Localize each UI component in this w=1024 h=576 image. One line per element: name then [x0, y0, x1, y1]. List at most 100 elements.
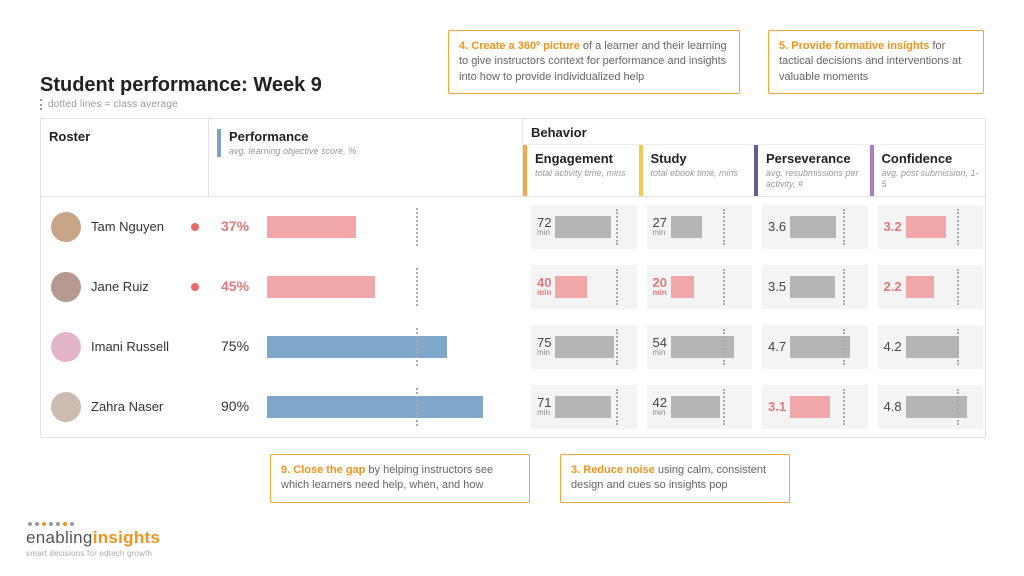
performance-bar — [267, 336, 447, 358]
perseverance-value: 3.6 — [768, 220, 786, 233]
student-name: Jane Ruiz — [91, 279, 181, 294]
class-average-line — [843, 209, 845, 245]
class-average-line — [416, 268, 418, 306]
performance-table: Roster Performance avg. learning objecti… — [40, 118, 986, 438]
class-average-line — [416, 208, 418, 246]
behavior-cells: 75min 54min 4.7 4.2 — [523, 325, 985, 369]
performance-cell: 37% — [209, 216, 523, 238]
header-performance-label: Performance — [229, 129, 514, 144]
study-cell: 54min — [639, 325, 755, 369]
class-average-line — [616, 269, 618, 305]
alert-dot-icon — [191, 283, 199, 291]
logo-word-1: enabling — [26, 528, 93, 547]
performance-cell: 45% — [209, 276, 523, 298]
perseverance-value: 3.1 — [768, 400, 786, 413]
class-average-line — [843, 329, 845, 365]
study-value: 54min — [653, 336, 667, 357]
confidence-bar — [906, 336, 959, 358]
page-title: Student performance: Week 9 — [40, 74, 322, 97]
class-average-line — [723, 209, 725, 245]
class-average-line — [957, 329, 959, 365]
callout-num: 4. — [459, 40, 468, 52]
study-bar — [671, 396, 720, 418]
study-bar — [671, 336, 734, 358]
class-average-line — [723, 329, 725, 365]
engagement-value: 40min — [537, 276, 551, 297]
study-bar — [671, 216, 703, 238]
callout-lead: Reduce noise — [583, 464, 655, 476]
logo-wordmark: enablinginsights — [26, 528, 160, 548]
perseverance-bar — [790, 276, 835, 298]
callout-num: 3. — [571, 464, 580, 476]
confidence-value: 4.2 — [884, 340, 902, 353]
class-average-line — [957, 389, 959, 425]
confidence-bar — [906, 276, 934, 298]
header-engagement-label: Engagement — [535, 151, 637, 166]
perseverance-value: 4.7 — [768, 340, 786, 353]
performance-value: 90% — [221, 398, 267, 414]
performance-bar — [267, 276, 375, 298]
header-study[interactable]: Study total ebook time, mins — [639, 145, 755, 196]
engagement-cell: 40min — [523, 265, 639, 309]
callout-lead: Create a 360º picture — [471, 40, 580, 52]
table-row[interactable]: Zahra Naser90%71min42min3.14.8 — [41, 377, 985, 437]
performance-cell: 75% — [209, 336, 523, 358]
callout-5: 5. Provide formative insights for tactic… — [768, 30, 984, 94]
perseverance-cell: 3.5 — [754, 265, 870, 309]
engagement-cell: 71min — [523, 385, 639, 429]
confidence-value: 4.8 — [884, 400, 902, 413]
confidence-cell: 4.2 — [870, 325, 986, 369]
performance-value: 37% — [221, 218, 267, 234]
student-name: Zahra Naser — [91, 399, 199, 414]
header-confidence-label: Confidence — [882, 151, 984, 166]
header-behavior-label: Behavior — [523, 125, 985, 145]
perseverance-cell: 4.7 — [754, 325, 870, 369]
logo-word-2: insights — [93, 528, 161, 547]
class-average-line — [957, 209, 959, 245]
page: Student performance: Week 9 dotted lines… — [0, 0, 1024, 576]
table-row[interactable]: Imani Russell75%75min54min4.74.2 — [41, 317, 985, 377]
callout-lead: Provide formative insights — [791, 40, 929, 52]
performance-cell: 90% — [209, 396, 523, 418]
class-average-line — [723, 389, 725, 425]
engagement-value: 75min — [537, 336, 551, 357]
callout-lead: Close the gap — [293, 464, 365, 476]
header-performance[interactable]: Performance avg. learning objective scor… — [209, 119, 523, 196]
header-perseverance-sub: avg. resubmissions per activity, # — [766, 168, 868, 190]
perseverance-cell: 3.1 — [754, 385, 870, 429]
perseverance-bar — [790, 216, 836, 238]
class-average-line — [843, 389, 845, 425]
header-engagement[interactable]: Engagement total activity time, mins — [523, 145, 639, 196]
confidence-cell: 3.2 — [870, 205, 986, 249]
header-engagement-sub: total activity time, mins — [535, 168, 637, 179]
table-row[interactable]: Tam Nguyen37%72min27min3.63.2 — [41, 197, 985, 257]
engagement-bar — [555, 216, 611, 238]
class-average-line — [616, 329, 618, 365]
header-confidence-sub: avg. post submission, 1-5 — [882, 168, 984, 190]
legend-text: dotted lines = class average — [40, 99, 178, 110]
study-bar — [671, 276, 694, 298]
class-average-line — [723, 269, 725, 305]
performance-value: 45% — [221, 278, 267, 294]
roster-cell: Tam Nguyen — [41, 212, 209, 242]
avatar — [51, 272, 81, 302]
header-perseverance[interactable]: Perseverance avg. resubmissions per acti… — [754, 145, 870, 196]
performance-value: 75% — [221, 338, 267, 354]
table-row[interactable]: Jane Ruiz45%40min20min3.52.2 — [41, 257, 985, 317]
engagement-bar — [555, 276, 586, 298]
table-body: Tam Nguyen37%72min27min3.63.2Jane Ruiz45… — [41, 197, 985, 437]
avatar — [51, 332, 81, 362]
perseverance-value: 3.5 — [768, 280, 786, 293]
perseverance-bar — [790, 336, 850, 358]
header-behavior: Behavior Engagement total activity time,… — [523, 119, 985, 196]
callout-4: 4. Create a 360º picture of a learner an… — [448, 30, 740, 94]
header-roster[interactable]: Roster — [41, 119, 209, 196]
confidence-cell: 2.2 — [870, 265, 986, 309]
header-study-sub: total ebook time, mins — [651, 168, 753, 179]
behavior-cells: 72min27min3.63.2 — [523, 205, 985, 249]
header-perseverance-label: Perseverance — [766, 151, 868, 166]
engagement-value: 71min — [537, 396, 551, 417]
table-header: Roster Performance avg. learning objecti… — [41, 119, 985, 197]
header-confidence[interactable]: Confidence avg. post submission, 1-5 — [870, 145, 986, 196]
engagement-cell: 72min — [523, 205, 639, 249]
